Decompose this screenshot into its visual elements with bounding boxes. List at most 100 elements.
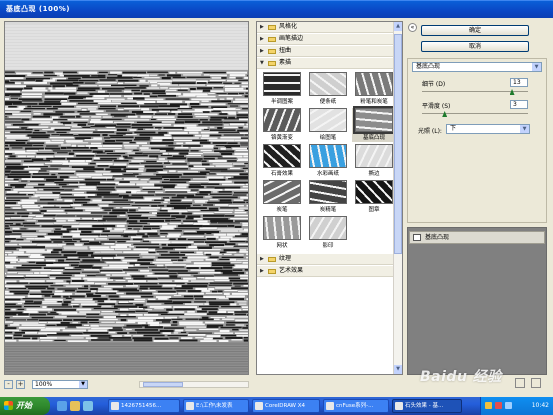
zoom-in-button[interactable]: + [16,380,25,389]
filter-thumbnail[interactable]: 撕边 [352,144,396,178]
filter-thumbnail-image [309,108,347,132]
clock: 10:42 [531,402,549,409]
filter-thumbnail[interactable]: 图章 [352,180,396,214]
filter-thumbnail[interactable]: 粉笔和炭笔 [352,72,396,106]
scroll-up-icon[interactable]: ▲ [394,22,402,31]
filter-thumbnail-label: 石膏效果 [270,171,293,177]
filter-thumbnail[interactable]: 石膏效果 [260,144,304,178]
taskbar-task-label: E:\工作\未发表 [196,403,233,409]
task-app-icon [395,402,403,410]
task-app-icon [111,402,119,410]
taskbar-task[interactable]: 石头效果 - 基... [392,399,462,413]
task-app-icon [255,402,263,410]
taskbar-task[interactable]: cnFuse系列-... [323,399,389,413]
gallery-vertical-scrollbar[interactable]: ▲ ▼ [393,22,402,374]
filter-thumbnail-label: 影印 [322,243,334,249]
category-bottom-1[interactable]: ▶ 艺术效果 [257,266,393,277]
smoothness-slider[interactable] [422,111,528,117]
chevron-right-icon: ▶ [260,36,264,42]
filter-thumbnail-label: 便条纸 [319,99,337,105]
filter-thumbnail-image [263,180,301,204]
filter-thumbnail-label: 绘图笔 [319,135,337,141]
tray-icon[interactable] [485,402,492,409]
quicklaunch-ie-icon[interactable] [57,401,67,411]
smoothness-input[interactable]: 3 [510,100,528,109]
taskbar-task-label: 石头效果 - 基... [405,403,444,409]
tray-icon[interactable] [495,402,502,409]
category-label: 素描 [279,59,292,66]
filter-thumbnail[interactable]: 水彩画纸 [306,144,350,178]
ok-button[interactable]: 确定 [421,25,529,36]
filter-thumbnail-label: 网状 [276,243,288,249]
zoom-bar: - + 100% ▼ [4,380,249,390]
collapse-gallery-icon[interactable]: « [408,23,417,32]
scrollbar-thumb[interactable] [394,34,402,254]
folder-icon [268,49,276,54]
tray-icon[interactable] [505,402,512,409]
folder-icon [268,61,276,66]
taskbar-task-label: cnFuse系列-... [336,403,374,409]
eye-icon[interactable] [413,234,421,241]
smoothness-label: 平滑度 (S) [422,103,451,110]
filter-thumbnail[interactable]: 铬黄渐变 [260,108,304,142]
start-button[interactable]: 开始 [0,397,50,415]
filter-thumbnail-image [353,106,395,134]
preview-horizontal-scrollbar[interactable] [139,381,249,388]
filter-thumbnail[interactable]: 炭笔 [260,180,304,214]
filter-thumbnail[interactable]: 网状 [260,216,304,250]
filter-thumbnail-image [355,144,393,168]
filter-thumbnail-image [309,144,347,168]
filter-thumbnail-image [355,180,393,204]
category-top-0[interactable]: ▶ 风格化 [257,22,393,33]
preview-pane[interactable] [4,21,249,375]
filter-select-value: 基底凸现 [416,63,441,70]
quicklaunch-desktop-icon[interactable] [83,401,93,411]
filter-settings-panel: 基底凸现 ▼ 细节 (D) 13 平滑度 (S) 3 光照 (L): 下 ▼ [407,58,547,223]
zoom-out-button[interactable]: - [4,380,13,389]
light-label: 光照 (L): [418,128,442,135]
category-label: 风格化 [279,23,298,30]
light-select[interactable]: 下 ▼ [446,124,530,134]
quicklaunch-folder-icon[interactable] [70,401,80,411]
light-select-value: 下 [450,125,457,132]
detail-slider[interactable] [422,89,528,95]
category-top-1[interactable]: ▶ 画笔描边 [257,34,393,45]
effect-layer-label: 基底凸现 [425,234,450,241]
filter-thumbnail-label: 炭精笔 [319,207,337,213]
taskbar-task[interactable]: CorelDRAW X4 [252,399,320,413]
scroll-down-icon[interactable]: ▼ [394,365,402,374]
taskbar-task[interactable]: 1426751456... [108,399,180,413]
delete-layer-icon[interactable] [531,378,541,388]
new-layer-icon[interactable] [515,378,525,388]
cancel-button[interactable]: 取消 [421,41,529,52]
filter-thumbnail[interactable]: 绘图笔 [306,108,350,142]
folder-icon [268,257,276,262]
filter-thumbnail[interactable]: 炭精笔 [306,180,350,214]
filter-thumbnail[interactable]: 便条纸 [306,72,350,106]
category-bottom-0[interactable]: ▶ 纹理 [257,254,393,265]
filter-thumbnail-label: 粉笔和炭笔 [360,99,388,105]
detail-slider-knob[interactable] [509,89,515,95]
taskbar-task-label: 1426751456... [121,403,162,409]
zoom-select[interactable]: 100% ▼ [32,380,88,389]
filter-thumbnail[interactable]: 影印 [306,216,350,250]
filter-thumbnail-image [263,108,301,132]
filter-select[interactable]: 基底凸现 ▼ [412,62,542,72]
folder-icon [268,25,276,30]
category-top-3[interactable]: ▼ 素描 [257,58,393,69]
smoothness-slider-knob[interactable] [442,111,448,117]
filter-thumbnail-image [309,72,347,96]
category-label: 扭曲 [279,47,292,54]
taskbar-task[interactable]: E:\工作\未发表 [183,399,249,413]
effect-layer-row[interactable]: 基底凸现 [409,231,545,244]
filter-gallery-list: ▶ 风格化 ▶ 画笔描边 ▶ 扭曲 ▼ 素描 半调图案 便条纸 粉笔和炭笔 铬黄渐变 绘图笔 基底凸现 石膏… [256,21,403,375]
category-top-2[interactable]: ▶ 扭曲 [257,46,393,57]
windows-logo-icon [4,401,13,410]
detail-input[interactable]: 13 [510,78,528,87]
filter-thumbnail[interactable]: 半调图案 [260,72,304,106]
filter-thumbnail[interactable]: 基底凸现 [352,106,396,142]
filter-thumbnail-image [263,216,301,240]
filter-thumbnail-label: 炭笔 [276,207,288,213]
category-label: 艺术效果 [279,267,304,274]
folder-icon [268,37,276,42]
